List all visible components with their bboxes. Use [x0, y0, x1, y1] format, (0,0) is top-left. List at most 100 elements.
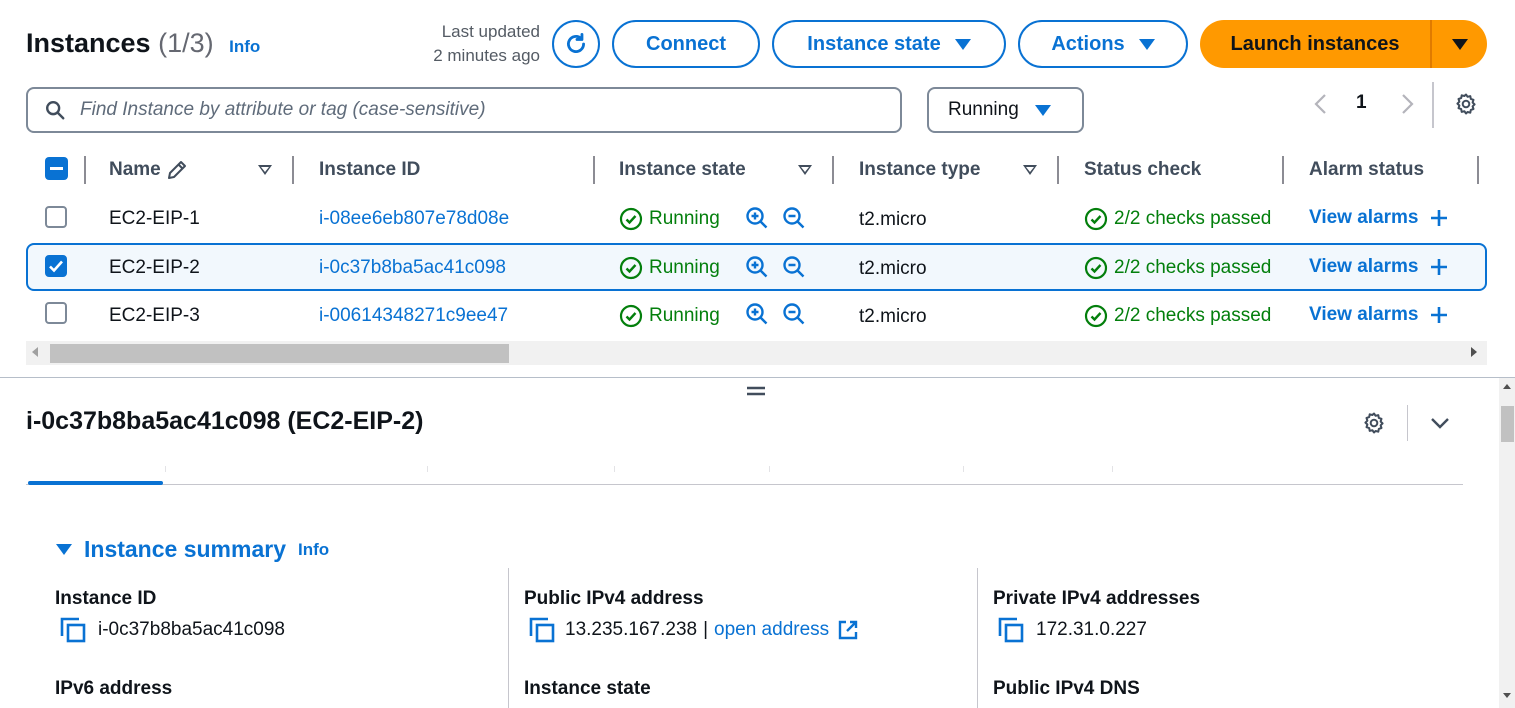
row-checkbox[interactable]	[45, 255, 67, 277]
column-header-instance-type[interactable]: Instance type	[859, 156, 980, 184]
table-row[interactable]: EC2-EIP-3 i-00614348271c9ee47 Running t2…	[0, 291, 1487, 339]
caret-down-icon	[56, 544, 72, 555]
instance-id-link[interactable]: i-00614348271c9ee47	[319, 305, 508, 327]
caret-down-icon	[954, 38, 971, 50]
sort-icon[interactable]	[1023, 165, 1037, 175]
scroll-right-arrow-icon[interactable]	[1471, 347, 1477, 357]
panel-preferences-button[interactable]	[1362, 411, 1386, 435]
column-divider	[832, 156, 834, 184]
caret-down-icon	[1451, 38, 1468, 50]
search-icon	[46, 101, 65, 120]
instance-summary-header[interactable]: Instance summary Info	[56, 536, 329, 563]
status-check: 2/2 checks passed	[1084, 304, 1284, 328]
column-divider	[508, 568, 509, 708]
previous-page-button[interactable]	[1310, 90, 1332, 118]
next-page-button[interactable]	[1396, 90, 1418, 118]
column-header-instance-state[interactable]: Instance state	[619, 156, 746, 184]
column-divider	[593, 156, 595, 184]
external-link-icon[interactable]	[837, 619, 859, 641]
column-header-instance-id[interactable]: Instance ID	[319, 156, 420, 184]
success-check-icon	[619, 207, 643, 231]
scroll-up-arrow-icon[interactable]	[1503, 384, 1511, 389]
row-checkbox[interactable]	[45, 302, 67, 324]
sort-icon[interactable]	[258, 165, 272, 175]
view-alarms-label: View alarms	[1309, 256, 1419, 277]
success-check-icon	[619, 256, 643, 280]
info-link[interactable]: Info	[229, 37, 260, 56]
zoom-out-icon	[783, 303, 805, 325]
search-box	[26, 87, 902, 133]
connect-label: Connect	[646, 32, 726, 55]
preferences-button[interactable]	[1454, 92, 1478, 116]
zoom-out-icon	[783, 256, 805, 278]
copy-icon[interactable]	[998, 617, 1024, 643]
actions-button[interactable]: Actions	[1018, 20, 1188, 68]
table-row[interactable]: EC2-EIP-2 i-0c37b8ba5ac41c098 Running t2…	[26, 243, 1487, 291]
column-header-status-check[interactable]: Status check	[1084, 156, 1201, 184]
detail-panel-title: i-0c37b8ba5ac41c098 (EC2-EIP-2)	[26, 407, 424, 435]
launch-instances-button[interactable]: Launch instances	[1200, 20, 1432, 68]
gear-icon	[1456, 93, 1476, 115]
zoom-in-button[interactable]	[745, 302, 769, 326]
scroll-down-arrow-icon[interactable]	[1503, 693, 1511, 698]
instance-state: Running	[619, 304, 720, 328]
instance-state-label: Instance state	[807, 32, 941, 55]
view-alarms-link[interactable]: View alarms	[1309, 304, 1449, 326]
copy-icon[interactable]	[529, 617, 555, 643]
status-check: 2/2 checks passed	[1084, 207, 1284, 231]
drag-handle-icon[interactable]	[746, 385, 766, 397]
zoom-out-button[interactable]	[782, 206, 806, 230]
private-ipv4-label: Private IPv4 addresses	[993, 588, 1201, 609]
plus-icon	[1430, 259, 1447, 275]
zoom-in-icon	[746, 256, 768, 278]
sort-icon[interactable]	[798, 165, 812, 175]
launch-dropdown-button[interactable]	[1432, 20, 1487, 68]
divider	[1432, 82, 1434, 128]
zoom-out-button[interactable]	[782, 302, 806, 326]
copy-icon[interactable]	[60, 617, 86, 643]
public-ipv4-label: Public IPv4 address	[524, 588, 704, 609]
zoom-out-icon	[783, 207, 805, 229]
column-header-name[interactable]: Name	[109, 156, 189, 184]
caret-down-icon	[1034, 104, 1051, 116]
zoom-out-button[interactable]	[782, 255, 806, 279]
state-filter-select[interactable]: Running	[927, 87, 1084, 133]
collapse-panel-button[interactable]	[1428, 413, 1452, 433]
actions-label: Actions	[1051, 32, 1125, 55]
tab-divider	[165, 466, 166, 472]
instance-id-link[interactable]: i-08ee6eb807e78d08e	[319, 208, 509, 230]
view-alarms-link[interactable]: View alarms	[1309, 256, 1449, 278]
chevron-left-icon	[1314, 94, 1326, 114]
last-updated-label: Last updated	[441, 22, 540, 41]
view-alarms-link[interactable]: View alarms	[1309, 207, 1449, 229]
column-divider	[1057, 156, 1059, 184]
vertical-scrollbar-thumb[interactable]	[1501, 406, 1514, 442]
open-address-link[interactable]: open address	[714, 619, 829, 641]
horizontal-scrollbar-thumb[interactable]	[50, 344, 509, 363]
caret-down-icon	[1138, 38, 1155, 50]
table-row[interactable]: EC2-EIP-1 i-08ee6eb807e78d08e Running t2…	[0, 195, 1487, 243]
zoom-in-button[interactable]	[745, 255, 769, 279]
status-check-label: 2/2 checks passed	[1114, 305, 1272, 326]
column-header-alarm-status[interactable]: Alarm status	[1309, 156, 1424, 184]
last-updated-time: 2 minutes ago	[433, 46, 540, 65]
row-checkbox[interactable]	[45, 206, 67, 228]
last-updated: Last updated 2 minutes ago	[400, 20, 540, 68]
instance-id-text: i-0c37b8ba5ac41c098	[98, 619, 285, 640]
select-all-checkbox[interactable]	[45, 157, 68, 180]
instance-id-link[interactable]: i-0c37b8ba5ac41c098	[319, 257, 506, 279]
active-tab-indicator[interactable]	[28, 481, 163, 485]
scroll-left-arrow-icon[interactable]	[32, 347, 38, 357]
instance-state-button[interactable]: Instance state	[772, 20, 1006, 68]
connect-button[interactable]: Connect	[612, 20, 760, 68]
private-ipv4-text: 172.31.0.227	[1036, 619, 1147, 640]
search-input[interactable]	[80, 99, 860, 121]
refresh-button[interactable]	[552, 20, 600, 68]
zoom-in-button[interactable]	[745, 206, 769, 230]
page-number[interactable]: 1	[1356, 92, 1367, 114]
info-link[interactable]: Info	[298, 540, 329, 560]
zoom-in-icon	[746, 207, 768, 229]
column-header-instance-id-label: Instance ID	[319, 159, 421, 180]
column-header-name-label: Name	[109, 159, 161, 180]
plus-icon	[1430, 307, 1447, 323]
